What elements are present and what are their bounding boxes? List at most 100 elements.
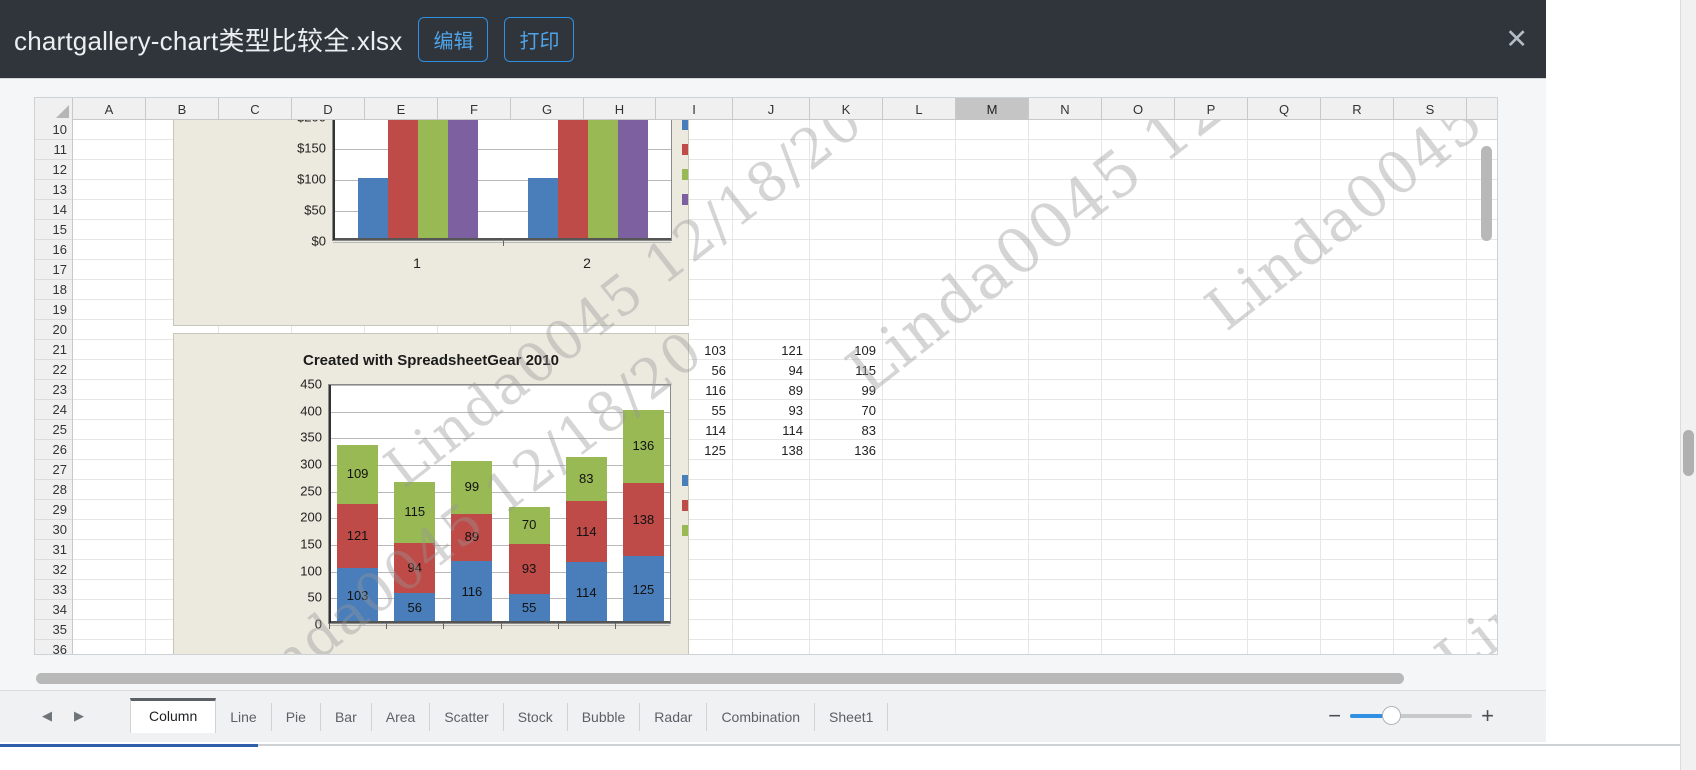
cell-M16[interactable]	[956, 240, 1029, 260]
cell-K24[interactable]: 70	[810, 400, 883, 420]
cell-S17[interactable]	[1394, 260, 1467, 280]
cell-J11[interactable]	[733, 140, 810, 160]
cell-R13[interactable]	[1321, 180, 1394, 200]
cell-O28[interactable]	[1102, 480, 1175, 500]
cell-O12[interactable]	[1102, 160, 1175, 180]
cell-S36[interactable]	[1394, 640, 1467, 654]
cell-R19[interactable]	[1321, 300, 1394, 320]
cell-L34[interactable]	[883, 600, 956, 620]
browser-scrollbar-thumb[interactable]	[1683, 430, 1694, 476]
cell-Q16[interactable]	[1248, 240, 1321, 260]
cell-M17[interactable]	[956, 260, 1029, 280]
cell-O32[interactable]	[1102, 560, 1175, 580]
cell-A14[interactable]	[73, 200, 146, 220]
cell-J30[interactable]	[733, 520, 810, 540]
cell-P17[interactable]	[1175, 260, 1248, 280]
cell-A29[interactable]	[73, 500, 146, 520]
column-header-e[interactable]: E	[365, 98, 438, 120]
cell-R35[interactable]	[1321, 620, 1394, 640]
cell-M12[interactable]	[956, 160, 1029, 180]
cell-L28[interactable]	[883, 480, 956, 500]
cell-Q20[interactable]	[1248, 320, 1321, 340]
cell-M25[interactable]	[956, 420, 1029, 440]
cell-Q11[interactable]	[1248, 140, 1321, 160]
cell-P35[interactable]	[1175, 620, 1248, 640]
cell-J16[interactable]	[733, 240, 810, 260]
cell-L14[interactable]	[883, 200, 956, 220]
cell-A12[interactable]	[73, 160, 146, 180]
cell-S35[interactable]	[1394, 620, 1467, 640]
cell-M23[interactable]	[956, 380, 1029, 400]
cell-O22[interactable]	[1102, 360, 1175, 380]
cell-N10[interactable]	[1029, 120, 1102, 140]
column-header-f[interactable]: F	[438, 98, 511, 120]
cell-K32[interactable]	[810, 560, 883, 580]
cell-R36[interactable]	[1321, 640, 1394, 654]
cell-L19[interactable]	[883, 300, 956, 320]
cell-Q14[interactable]	[1248, 200, 1321, 220]
cell-Q23[interactable]	[1248, 380, 1321, 400]
cell-J19[interactable]	[733, 300, 810, 320]
cell-Q25[interactable]	[1248, 420, 1321, 440]
cell-Q21[interactable]	[1248, 340, 1321, 360]
cell-A18[interactable]	[73, 280, 146, 300]
cell-O15[interactable]	[1102, 220, 1175, 240]
cell-L12[interactable]	[883, 160, 956, 180]
cell-Q29[interactable]	[1248, 500, 1321, 520]
cell-S23[interactable]	[1394, 380, 1467, 400]
cell-Q30[interactable]	[1248, 520, 1321, 540]
column-header-n[interactable]: N	[1029, 98, 1102, 120]
column-header-q[interactable]: Q	[1248, 98, 1321, 120]
cell-M36[interactable]	[956, 640, 1029, 654]
cell-S26[interactable]	[1394, 440, 1467, 460]
cell-J36[interactable]	[733, 640, 810, 654]
cell-J29[interactable]	[733, 500, 810, 520]
cell-O36[interactable]	[1102, 640, 1175, 654]
cell-K26[interactable]: 136	[810, 440, 883, 460]
cell-M21[interactable]	[956, 340, 1029, 360]
cell-J12[interactable]	[733, 160, 810, 180]
chart-column-stacked[interactable]: Created with SpreadsheetGear 2010 103 121…	[173, 333, 689, 654]
column-header-i[interactable]: I	[656, 98, 733, 120]
cell-R28[interactable]	[1321, 480, 1394, 500]
cell-S15[interactable]	[1394, 220, 1467, 240]
sheet-tab-area[interactable]: Area	[372, 702, 431, 731]
cell-K31[interactable]	[810, 540, 883, 560]
close-icon[interactable]: ✕	[1505, 26, 1528, 53]
cell-R30[interactable]	[1321, 520, 1394, 540]
cell-L13[interactable]	[883, 180, 956, 200]
cell-Q24[interactable]	[1248, 400, 1321, 420]
cell-K35[interactable]	[810, 620, 883, 640]
cell-J14[interactable]	[733, 200, 810, 220]
cell-R10[interactable]	[1321, 120, 1394, 140]
vertical-scrollbar[interactable]	[1481, 124, 1492, 654]
cell-Q36[interactable]	[1248, 640, 1321, 654]
cell-L33[interactable]	[883, 580, 956, 600]
cell-R18[interactable]	[1321, 280, 1394, 300]
cell-J31[interactable]	[733, 540, 810, 560]
row-header-16[interactable]: 16	[35, 240, 72, 260]
horizontal-scrollbar-thumb[interactable]	[36, 673, 1404, 684]
cell-A15[interactable]	[73, 220, 146, 240]
row-header-33[interactable]: 33	[35, 580, 72, 600]
cell-A28[interactable]	[73, 480, 146, 500]
cell-S32[interactable]	[1394, 560, 1467, 580]
cell-J33[interactable]	[733, 580, 810, 600]
cell-N17[interactable]	[1029, 260, 1102, 280]
cell-A32[interactable]	[73, 560, 146, 580]
column-header-d[interactable]: D	[292, 98, 365, 120]
cell-A31[interactable]	[73, 540, 146, 560]
row-header-21[interactable]: 21	[35, 340, 72, 360]
cell-M24[interactable]	[956, 400, 1029, 420]
cell-K11[interactable]	[810, 140, 883, 160]
cell-P20[interactable]	[1175, 320, 1248, 340]
row-header-27[interactable]: 27	[35, 460, 72, 480]
cell-R26[interactable]	[1321, 440, 1394, 460]
cell-L36[interactable]	[883, 640, 956, 654]
cell-L24[interactable]	[883, 400, 956, 420]
cell-K20[interactable]	[810, 320, 883, 340]
legend-item[interactable]: 系列 4	[682, 190, 688, 209]
cell-L30[interactable]	[883, 520, 956, 540]
cell-N36[interactable]	[1029, 640, 1102, 654]
zoom-slider[interactable]	[1350, 706, 1473, 725]
